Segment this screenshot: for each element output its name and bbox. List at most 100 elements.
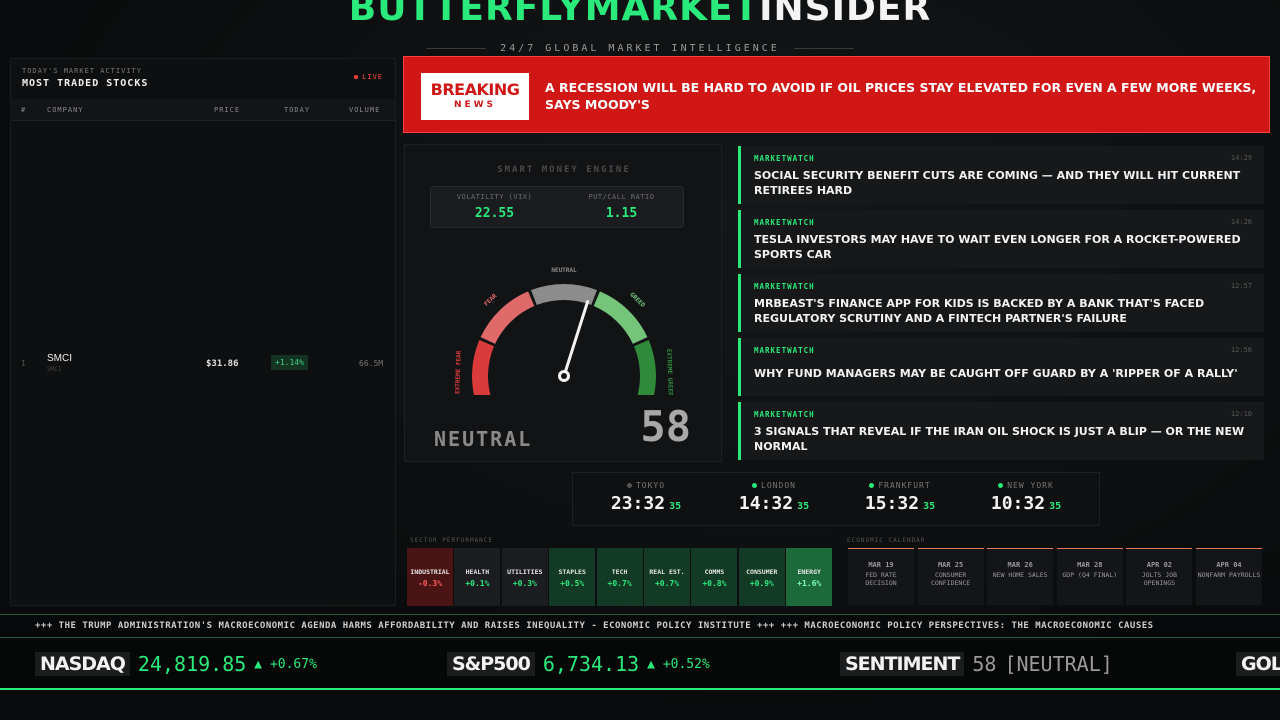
calendar-event[interactable]: MAR 19 FED RATE DECISION: [848, 548, 914, 605]
clock-new-york: NEW YORK 10:32 35: [961, 481, 1091, 514]
news-card[interactable]: MARKETWATCH 12:56 WHY FUND MANAGERS MAY BE…: [738, 338, 1264, 396]
news-headline[interactable]: TESLA INVESTORS MAY HAVE TO WAIT EVEN LO…: [754, 232, 1254, 262]
index-name: SENTIMENT: [840, 652, 965, 676]
gauge-zone-neutral: [531, 284, 597, 306]
news-card[interactable]: MARKETWATCH 12:57 MRBEAST'S FINANCE APP FO…: [738, 274, 1264, 332]
index-gol[interactable]: GOL: [1236, 652, 1280, 676]
col-price[interactable]: PRICE: [214, 106, 240, 114]
gauge-zone-extreme-fear: [472, 340, 495, 395]
putcall-metric: PUT/CALL RATIO 1.15: [558, 193, 685, 221]
sector-tile[interactable]: HEALTH +0.1%: [454, 548, 501, 606]
col-volume[interactable]: VOLUME: [349, 106, 380, 114]
sector-tile[interactable]: CONSUMER +0.9%: [738, 548, 785, 606]
calendar-event[interactable]: APR 02 JOLTS JOB OPENINGS: [1126, 548, 1193, 605]
engine-metrics: VOLATILITY (VIX) 22.55 PUT/CALL RATIO 1.…: [430, 186, 684, 228]
news-headline[interactable]: WHY FUND MANAGERS MAY BE CAUGHT OFF GUAR…: [754, 366, 1254, 381]
tagline: 24/7 GLOBAL MARKET INTELLIGENCE: [0, 43, 1280, 54]
index-value: 24,819.85: [137, 652, 247, 676]
news-ticker: +++ THE TRUMP ADMINISTRATION'S MACROECON…: [0, 614, 1280, 638]
brand-logo: BUTTERFLYMARKETINSIDER: [0, 0, 1280, 29]
sentiment-state: NEUTRAL: [434, 427, 533, 451]
sector-tile[interactable]: REAL EST. +0.7%: [644, 548, 690, 606]
gauge-zone-extreme-greed: [633, 340, 656, 395]
vix-metric: VOLATILITY (VIX) 22.55: [431, 193, 558, 221]
ticker-text: +++ THE TRUMP ADMINISTRATION'S MACROECON…: [35, 621, 1154, 631]
row-ticker: SMCI: [47, 366, 62, 373]
news-card[interactable]: MARKETWATCH 14:26 TESLA INVESTORS MAY HAVE…: [738, 210, 1264, 268]
market-status-dot: [869, 483, 875, 488]
clock-london: LONDON 14:32 35: [709, 481, 839, 514]
brand-green: BUTTERFLYMARKET: [348, 0, 760, 29]
sector-name: STAPLES: [558, 568, 586, 576]
economic-calendar-label: ECONOMIC CALENDAR: [847, 537, 926, 544]
calendar-event[interactable]: APR 04 NONFARM PAYROLLS: [1196, 548, 1262, 605]
col-today[interactable]: TODAY: [284, 106, 310, 114]
row-num: 1: [21, 359, 26, 368]
event-date: MAR 25: [937, 561, 964, 569]
row-price: $31.86: [206, 359, 239, 369]
news-source: MARKETWATCH: [754, 218, 815, 227]
market-status-dot: [752, 483, 758, 488]
sector-tile[interactable]: COMMS +0.8%: [691, 548, 738, 606]
vix-label: VOLATILITY (VIX): [456, 193, 533, 201]
sector-tile[interactable]: ENERGY +1.6%: [786, 548, 833, 606]
row-volume: 66.5M: [359, 359, 384, 368]
event-name: NONFARM PAYROLLS: [1197, 571, 1261, 579]
index-name: NASDAQ: [35, 652, 130, 676]
calendar-event[interactable]: MAR 26 NEW HOME SALES: [987, 548, 1054, 605]
news-headline[interactable]: SOCIAL SECURITY BENEFIT CUTS ARE COMING …: [754, 168, 1254, 198]
index-name: S&P500: [447, 652, 535, 676]
sector-name: UTILITIES: [507, 568, 543, 576]
calendar-event[interactable]: MAR 28 GDP (Q4 FINAL): [1056, 548, 1123, 605]
event-date: MAR 19: [868, 561, 894, 569]
index-change: ▲ +0.67%: [254, 656, 317, 672]
index-nasdaq[interactable]: NASDAQ 24,819.85 ▲ +0.67%: [35, 652, 317, 676]
panel-title: MOST TRADED STOCKS: [22, 78, 149, 89]
sentiment-gauge: EXTREME FEAR FEAR NEUTRAL GREED EXTREME GREE…: [454, 267, 674, 395]
sector-change: +0.3%: [512, 579, 537, 588]
sector-name: TECH: [611, 568, 628, 576]
clock-time: 23:32 35: [610, 493, 682, 514]
sector-change: +0.7%: [607, 579, 632, 588]
sector-tile[interactable]: STAPLES +0.5%: [549, 548, 596, 606]
news-card[interactable]: MARKETWATCH 12:10 3 SIGNALS THAT REVEAL IF…: [738, 402, 1264, 460]
badge-line1: BREAKING: [430, 80, 520, 99]
row-change-badge: +1.14%: [271, 355, 308, 370]
index-change: ▲ +0.52%: [647, 656, 710, 672]
event-name: JOLTS JOB OPENINGS: [1141, 571, 1177, 587]
sector-tile[interactable]: INDUSTRIAL -0.3%: [407, 548, 453, 606]
index-sentiment[interactable]: SENTIMENT 58 [NEUTRAL]: [840, 652, 1113, 676]
sector-name: CONSUMER: [746, 568, 778, 576]
dashboard: BUTTERFLYMARKETINSIDER 24/7 GLOBAL MARKE…: [0, 0, 1280, 720]
index-sp500[interactable]: S&P500 6,734.13 ▲ +0.52%: [447, 652, 710, 676]
clock-time: 15:32 35: [864, 493, 936, 514]
clock-tokyo: TOKYO 23:32 35: [581, 481, 711, 514]
col-num[interactable]: #: [21, 106, 26, 114]
panel-subtitle: TODAY'S MARKET ACTIVITY: [22, 67, 142, 75]
sector-name: HEALTH: [465, 568, 490, 576]
event-name: CONSUMER CONFIDENCE: [931, 571, 971, 587]
table-row[interactable]: 1 SMCI SMCI $31.86 +1.14% 66.5M: [11, 349, 395, 379]
col-company[interactable]: COMPANY: [47, 106, 84, 114]
news-time: 12:10: [1230, 410, 1252, 418]
calendar-event[interactable]: MAR 25 CONSUMER CONFIDENCE: [917, 548, 984, 605]
sector-change: +0.5%: [560, 579, 585, 588]
sector-name: ENERGY: [797, 568, 821, 576]
sector-tile[interactable]: TECH +0.7%: [596, 548, 643, 606]
clock-time: 14:32 35: [738, 493, 810, 514]
gauge-zone-fear: [480, 291, 535, 345]
gauge-zone-label: GREED: [628, 291, 646, 309]
sector-name: INDUSTRIAL: [410, 568, 450, 576]
clock-city: TOKYO: [581, 481, 711, 490]
news-time: 14:29: [1230, 154, 1252, 162]
news-source: MARKETWATCH: [754, 410, 815, 419]
sector-tile[interactable]: UTILITIES +0.3%: [501, 548, 548, 606]
news-headline[interactable]: 3 SIGNALS THAT REVEAL IF THE IRAN OIL SH…: [754, 424, 1254, 454]
row-company: SMCI: [47, 353, 72, 364]
most-traded-panel: TODAY'S MARKET ACTIVITY MOST TRADED STOC…: [10, 58, 396, 606]
breaking-news-banner[interactable]: BREAKING NEWS A RECESSION WILL BE HARD T…: [403, 56, 1270, 133]
news-card[interactable]: MARKETWATCH 14:29 SOCIAL SECURITY BENEFIT …: [738, 146, 1264, 204]
breaking-headline[interactable]: A RECESSION WILL BE HARD TO AVOID IF OIL…: [545, 79, 1257, 113]
market-status-dot: [998, 483, 1004, 488]
news-headline[interactable]: MRBEAST'S FINANCE APP FOR KIDS IS BACKED…: [754, 296, 1254, 326]
